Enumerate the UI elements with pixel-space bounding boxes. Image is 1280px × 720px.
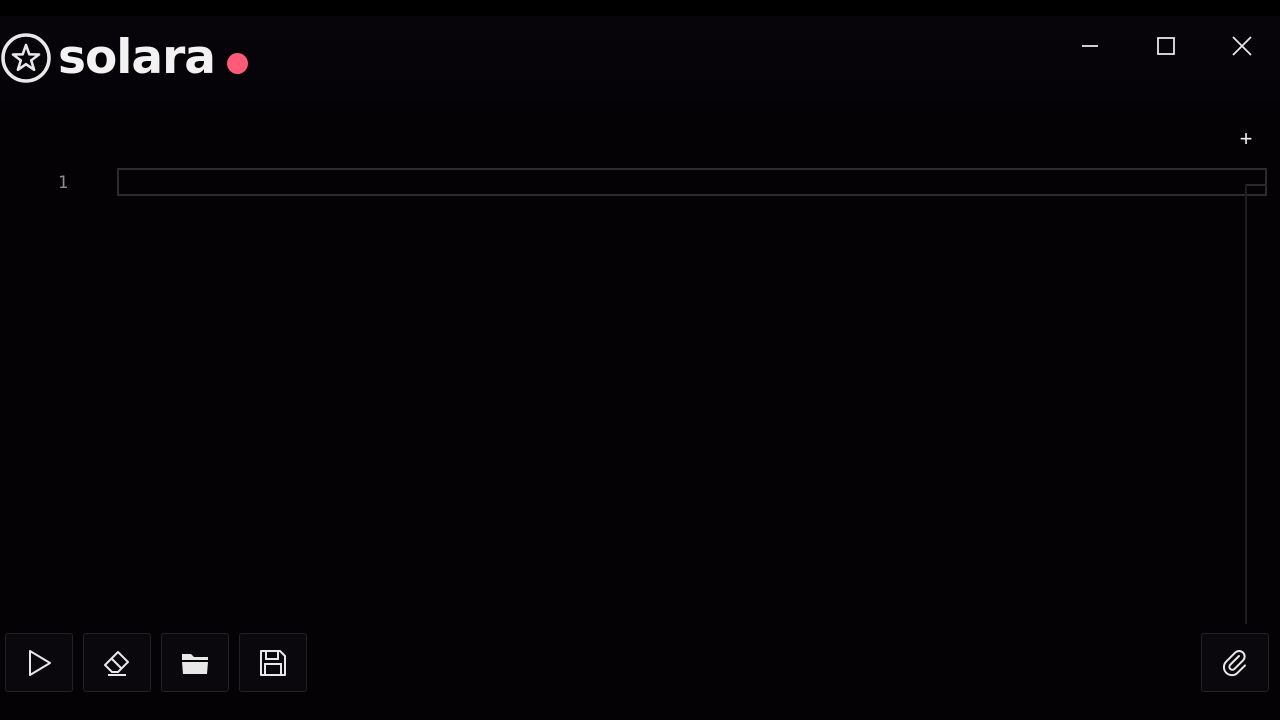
title-bar[interactable]: solara: [0, 16, 1280, 102]
app-logo: solara: [0, 30, 248, 86]
scrollbar[interactable]: [1245, 184, 1247, 624]
play-icon: [29, 649, 51, 676]
maximize-icon: [1157, 37, 1175, 55]
execute-button[interactable]: [5, 633, 73, 692]
close-button[interactable]: [1204, 30, 1280, 62]
add-tab-button[interactable]: +: [1225, 122, 1267, 156]
bottom-toolbar: [0, 624, 1280, 720]
minimize-button[interactable]: [1052, 30, 1128, 62]
window-controls: [1052, 30, 1280, 62]
maximize-button[interactable]: [1128, 30, 1204, 62]
line-number: 1: [57, 173, 69, 193]
editor-line[interactable]: [117, 168, 1267, 196]
minimize-icon: [1082, 45, 1098, 47]
save-file-button[interactable]: [239, 633, 307, 692]
minimap-border: [1245, 184, 1267, 186]
attach-button[interactable]: [1201, 633, 1269, 692]
eraser-icon: [104, 650, 129, 676]
close-icon: [1232, 36, 1252, 56]
save-icon: [260, 649, 286, 676]
app-name: solara: [58, 30, 216, 85]
clear-button[interactable]: [83, 633, 151, 692]
folder-icon: [182, 653, 208, 674]
paperclip-icon: [1222, 649, 1246, 676]
app-window: solara + 1: [0, 16, 1280, 720]
star-badge-icon: [1, 33, 51, 83]
open-file-button[interactable]: [161, 633, 229, 692]
code-editor[interactable]: + 1: [0, 102, 1280, 624]
status-dot: [227, 52, 248, 74]
top-strip: [0, 0, 1280, 18]
